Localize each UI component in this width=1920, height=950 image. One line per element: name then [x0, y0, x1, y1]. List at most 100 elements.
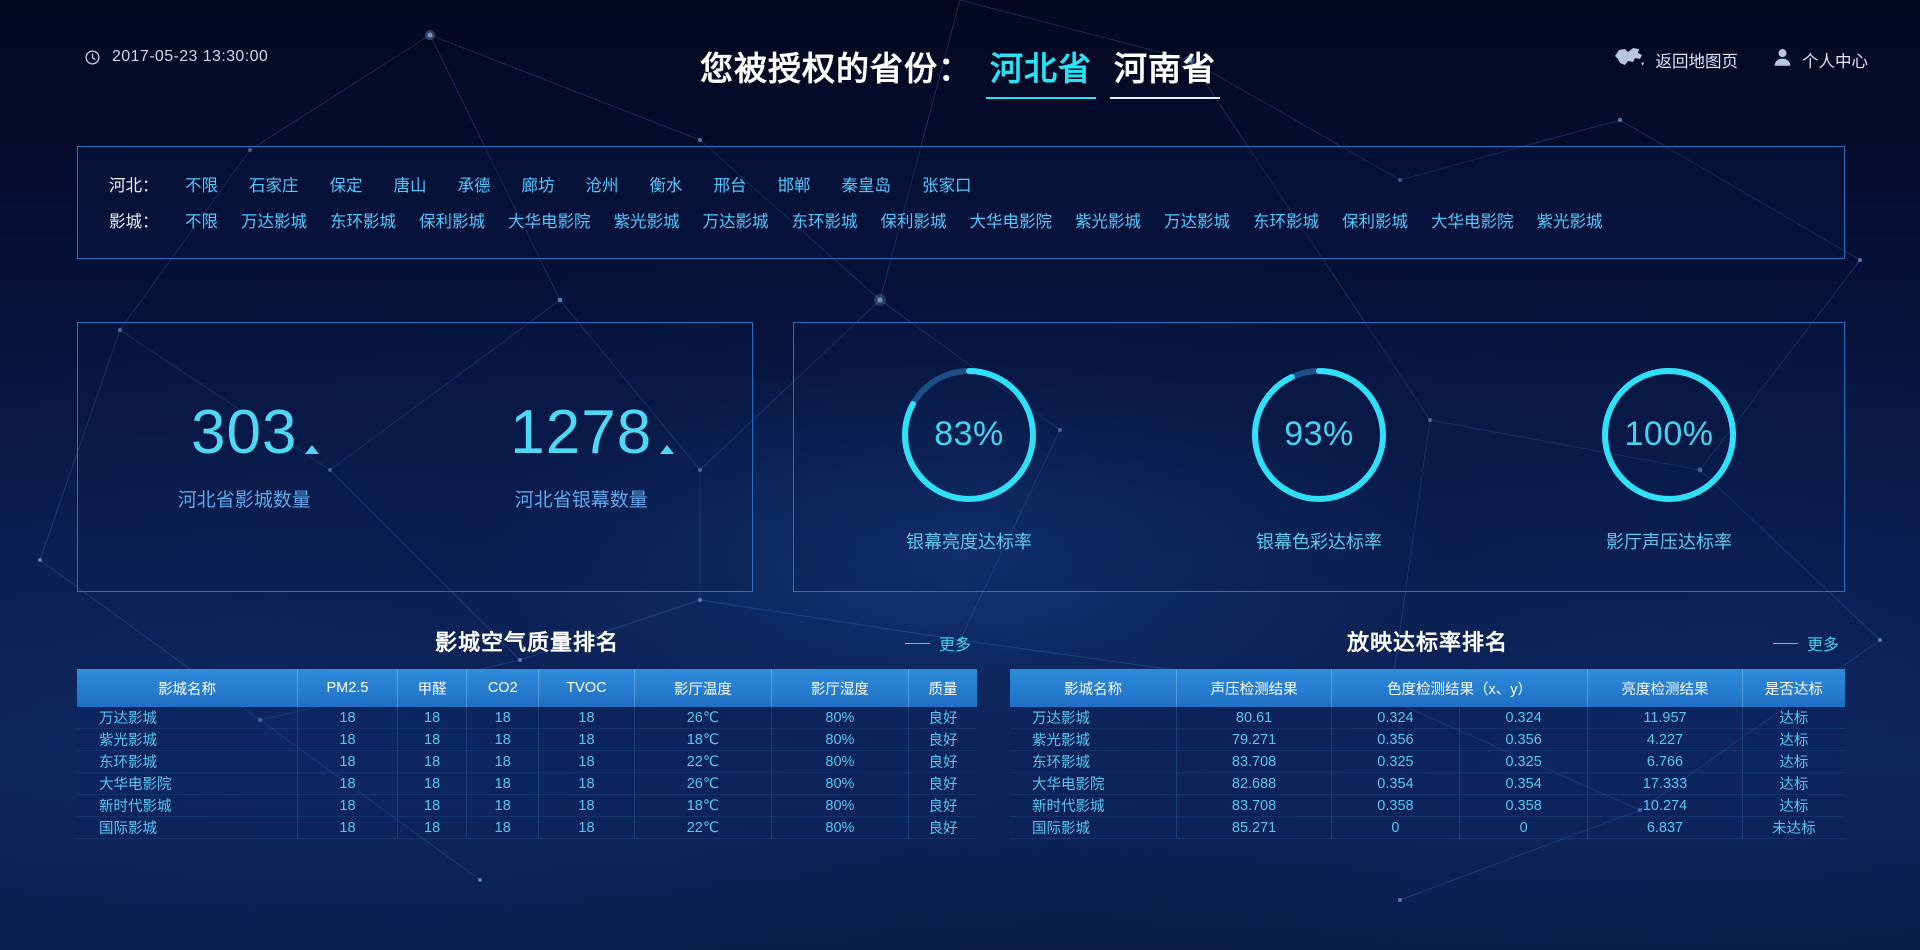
cell-value-1: 83.708: [1176, 750, 1332, 773]
screening-more-link[interactable]: 更多: [1772, 631, 1839, 655]
cinema-option-13[interactable]: 保利影城: [1342, 213, 1408, 231]
cell-value-1: 80.61: [1176, 707, 1332, 729]
column-header-2: 甲醛: [397, 669, 468, 707]
cell-cinema-name: 新时代影城: [1010, 794, 1178, 817]
cinema-option-10[interactable]: 紫光影城: [1075, 213, 1141, 231]
back-to-map-button[interactable]: 返回地图页: [1611, 44, 1738, 75]
cell-cinema-name: 新时代影城: [77, 794, 299, 817]
column-header-3: CO2: [466, 669, 540, 707]
cinema-option-1[interactable]: 万达影城: [241, 213, 307, 231]
cinema-option-11[interactable]: 万达影城: [1164, 213, 1230, 231]
screening-header: 放映达标率排名 更多: [1010, 625, 1845, 669]
cell-value-1: 82.688: [1176, 772, 1332, 795]
cinema-option-4[interactable]: 大华电影院: [508, 213, 591, 231]
cell-value-1: 85.271: [1176, 816, 1332, 839]
dash-icon: [904, 642, 930, 644]
cinema-option-7[interactable]: 东环影城: [792, 213, 858, 231]
screening-table-row[interactable]: 大华电影院 82.688 0.354 0.354 17.333 达标: [1010, 772, 1845, 795]
cell-value-2: 0.356: [1331, 728, 1461, 751]
cell-value-1: 18: [297, 794, 398, 817]
dash-icon: [1772, 642, 1798, 644]
cell-value-6: 80%: [771, 772, 909, 795]
cell-value-3: 18: [466, 728, 540, 751]
cell-value-7: 良好: [908, 750, 977, 773]
cinema-filter-label: 影城：: [109, 213, 159, 231]
cinema-option-12[interactable]: 东环影城: [1253, 213, 1319, 231]
gauge-brightness: 83% 银幕亮度达标率: [895, 361, 1043, 554]
cell-cinema-name: 东环影城: [77, 750, 299, 773]
city-option-6[interactable]: 沧州: [586, 177, 619, 195]
screening-table-row[interactable]: 东环影城 83.708 0.325 0.325 6.766 达标: [1010, 750, 1845, 773]
air-table-row[interactable]: 紫光影城 18 18 18 18 18℃ 80% 良好: [77, 728, 977, 751]
cell-value-1: 79.271: [1176, 728, 1332, 751]
screening-title: 放映达标率排名: [1346, 630, 1508, 655]
city-filter-row: 河北： 不限 石家庄 保定 唐山 承德 廊坊 沧州 衡水 邢台 邯郸 秦皇岛 张家口: [78, 166, 1844, 202]
city-option-11[interactable]: 张家口: [922, 177, 972, 195]
user-center-button[interactable]: 个人中心: [1772, 46, 1868, 73]
cell-value-3: 0.356: [1459, 728, 1589, 751]
cell-cinema-name: 大华电影院: [77, 772, 299, 795]
cell-value-2: 18: [397, 816, 468, 839]
city-option-8[interactable]: 邢台: [714, 177, 747, 195]
air-quality-table: 影城名称 PM2.5 甲醛 CO2 TVOC 影厅温度 影厅湿度 质量 万达影城 18 18 18 1…: [77, 669, 977, 839]
cell-value-3: 18: [466, 772, 540, 795]
air-table-row[interactable]: 万达影城 18 18 18 18 26℃ 80% 良好: [77, 707, 977, 729]
gauge-color-value: 93%: [1284, 415, 1354, 453]
province-tab-hebei[interactable]: 河北省: [986, 42, 1096, 99]
cinema-option-0[interactable]: 不限: [185, 213, 218, 231]
cinema-option-5[interactable]: 紫光影城: [614, 213, 680, 231]
cinema-option-8[interactable]: 保利影城: [881, 213, 947, 231]
gauge-color-caption: 银幕色彩达标率: [1256, 531, 1382, 552]
stat-cinema-count-caption: 河北省影城数量: [177, 490, 311, 511]
province-tab-henan[interactable]: 河南省: [1110, 42, 1220, 99]
air-table-row[interactable]: 国际影城 18 18 18 18 22℃ 80% 良好: [77, 816, 977, 839]
cell-value-7: 良好: [908, 707, 977, 729]
cinema-option-9[interactable]: 大华电影院: [970, 213, 1053, 231]
air-quality-more-link[interactable]: 更多: [904, 631, 971, 655]
cinema-option-14[interactable]: 大华电影院: [1431, 213, 1514, 231]
screening-table-row[interactable]: 国际影城 85.271 0 0 6.837 未达标: [1010, 816, 1845, 839]
air-table-row[interactable]: 大华电影院 18 18 18 18 26℃ 80% 良好: [77, 772, 977, 795]
air-table-row[interactable]: 新时代影城 18 18 18 18 18℃ 80% 良好: [77, 794, 977, 817]
column-header-0: 影城名称: [1010, 669, 1178, 707]
cinema-option-3[interactable]: 保利影城: [419, 213, 485, 231]
cell-value-5: 达标: [1742, 728, 1845, 751]
city-option-10[interactable]: 秦皇岛: [842, 177, 892, 195]
city-option-3[interactable]: 唐山: [394, 177, 427, 195]
cinema-option-6[interactable]: 万达影城: [703, 213, 769, 231]
city-option-1[interactable]: 石家庄: [249, 177, 299, 195]
screening-table-row[interactable]: 新时代影城 83.708 0.358 0.358 10.274 达标: [1010, 794, 1845, 817]
air-table-row[interactable]: 东环影城 18 18 18 18 22℃ 80% 良好: [77, 750, 977, 773]
user-center-label: 个人中心: [1802, 52, 1868, 71]
stat-screen-count-caption: 河北省银幕数量: [514, 490, 648, 511]
city-option-0[interactable]: 不限: [185, 177, 218, 195]
cinema-option-2[interactable]: 东环影城: [330, 213, 396, 231]
cell-value-2: 0.324: [1331, 707, 1461, 729]
cell-value-5: 达标: [1742, 750, 1845, 773]
stat-cinema-count-value: 303: [191, 398, 298, 467]
city-option-7[interactable]: 衡水: [650, 177, 683, 195]
china-map-icon: [1611, 44, 1647, 75]
air-quality-more-label: 更多: [938, 637, 971, 654]
cell-value-1: 18: [297, 728, 398, 751]
screening-table: 影城名称 声压检测结果 色度检测结果（x、y） 亮度检测结果 是否达标 万达影城 80.6…: [1010, 669, 1845, 839]
column-header-1: 声压检测结果: [1176, 669, 1332, 707]
city-option-2[interactable]: 保定: [330, 177, 363, 195]
city-option-4[interactable]: 承德: [458, 177, 491, 195]
cinema-option-15[interactable]: 紫光影城: [1537, 213, 1603, 231]
cell-value-7: 良好: [908, 728, 977, 751]
city-options: 不限 石家庄 保定 唐山 承德 廊坊 沧州 衡水 邢台 邯郸 秦皇岛 张家口: [185, 172, 1003, 196]
cell-value-3: 0.324: [1459, 707, 1589, 729]
city-option-5[interactable]: 廊坊: [522, 177, 555, 195]
cell-cinema-name: 万达影城: [1010, 707, 1178, 729]
screening-table-row[interactable]: 紫光影城 79.271 0.356 0.356 4.227 达标: [1010, 728, 1845, 751]
cell-value-6: 80%: [771, 816, 909, 839]
cell-value-2: 18: [397, 794, 468, 817]
gauge-brightness-caption: 银幕亮度达标率: [906, 531, 1032, 552]
air-quality-thead: 影城名称 PM2.5 甲醛 CO2 TVOC 影厅温度 影厅湿度 质量: [77, 669, 977, 707]
screening-table-row[interactable]: 万达影城 80.61 0.324 0.324 11.957 达标: [1010, 707, 1845, 729]
cell-value-2: 0: [1331, 816, 1461, 839]
gauge-brightness-value: 83%: [934, 415, 1004, 453]
city-option-9[interactable]: 邯郸: [778, 177, 811, 195]
air-quality-title: 影城空气质量排名: [434, 630, 619, 655]
